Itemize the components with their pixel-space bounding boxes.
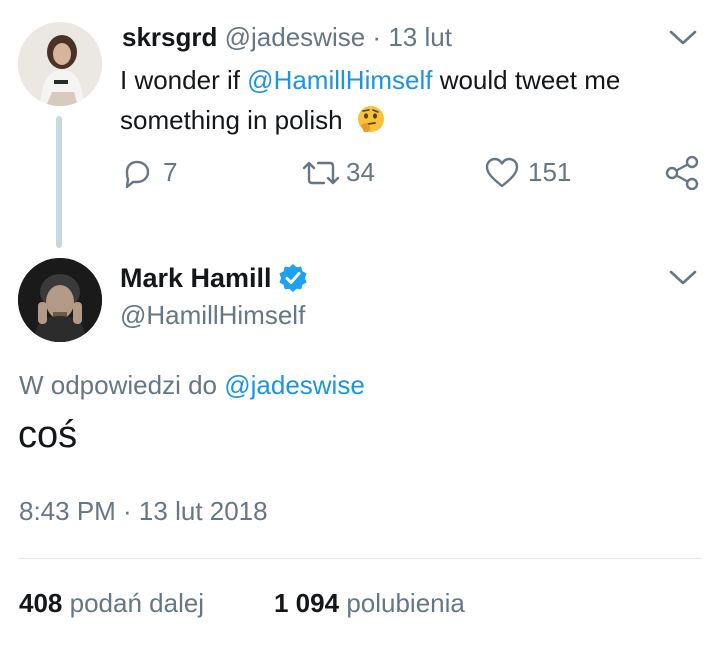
divider [18, 558, 702, 559]
retweet-count: 34 [346, 157, 375, 187]
like-count: 151 [528, 157, 572, 187]
tweet-text-line2: something in polish [120, 105, 343, 135]
verified-badge-icon [278, 263, 308, 293]
main-tweet-text: coś [18, 414, 78, 456]
reply-tweet-header: skrsgrd @jadeswise · 13 lut [122, 22, 452, 52]
avatar-skrsgrd[interactable] [18, 22, 102, 106]
retweets-label: podań dalej [69, 588, 205, 618]
like-icon[interactable] [484, 156, 520, 190]
avatar-mark-hamill[interactable] [18, 258, 102, 342]
author-handle[interactable]: @HamillHimself [120, 299, 305, 331]
reply-icon[interactable] [121, 157, 153, 189]
tweet-text-start: I wonder if [120, 65, 248, 95]
separator: · [372, 22, 382, 52]
reply-to-handle-link[interactable]: @jadeswise [224, 370, 365, 400]
thread-line [56, 116, 62, 248]
retweets-stat[interactable]: 408 podań dalej [19, 586, 204, 620]
mention-link[interactable]: @HamillHimself [247, 65, 432, 95]
likes-label: polubienia [346, 588, 465, 618]
retweets-count: 408 [19, 588, 63, 618]
tweet-timestamp[interactable]: 8:43 PM · 13 lut 2018 [19, 494, 268, 528]
reply-count: 7 [163, 157, 178, 187]
reply-tweet-text: I wonder if @HamillHimself would tweet m… [120, 60, 700, 140]
thinking-face-icon [357, 106, 384, 133]
share-icon[interactable] [664, 156, 700, 190]
likes-count: 1 094 [274, 588, 340, 618]
chevron-down-icon[interactable] [668, 28, 698, 48]
reply-to-label: W odpowiedzi do [19, 370, 217, 400]
tweet-date[interactable]: 13 lut [388, 22, 452, 52]
likes-stat[interactable]: 1 094 polubienia [274, 586, 465, 620]
retweet-icon[interactable] [300, 158, 342, 188]
tweet-text-line1-end: would tweet me [432, 65, 621, 95]
display-name[interactable]: skrsgrd [122, 22, 217, 52]
handle[interactable]: @jadeswise [225, 22, 366, 52]
chevron-down-icon[interactable] [668, 268, 698, 288]
reply-context: W odpowiedzi do @jadeswise [19, 368, 365, 402]
author-name[interactable]: Mark Hamill [120, 262, 272, 294]
